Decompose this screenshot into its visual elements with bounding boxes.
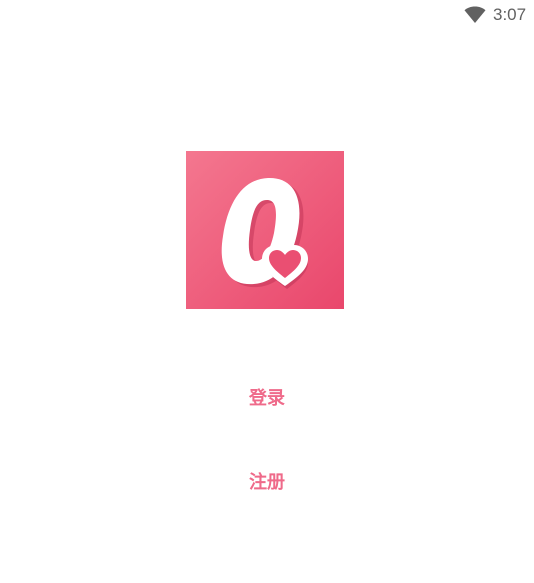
login-button[interactable]: 登录 — [0, 384, 534, 414]
status-bar: 3:07 — [0, 0, 534, 30]
register-button[interactable]: 注册 — [0, 468, 534, 498]
status-time: 3:07 — [493, 5, 527, 24]
wifi-icon — [464, 6, 486, 24]
app-logo — [186, 151, 344, 309]
login-screen: 3:07 登录 注册 — [0, 0, 534, 583]
